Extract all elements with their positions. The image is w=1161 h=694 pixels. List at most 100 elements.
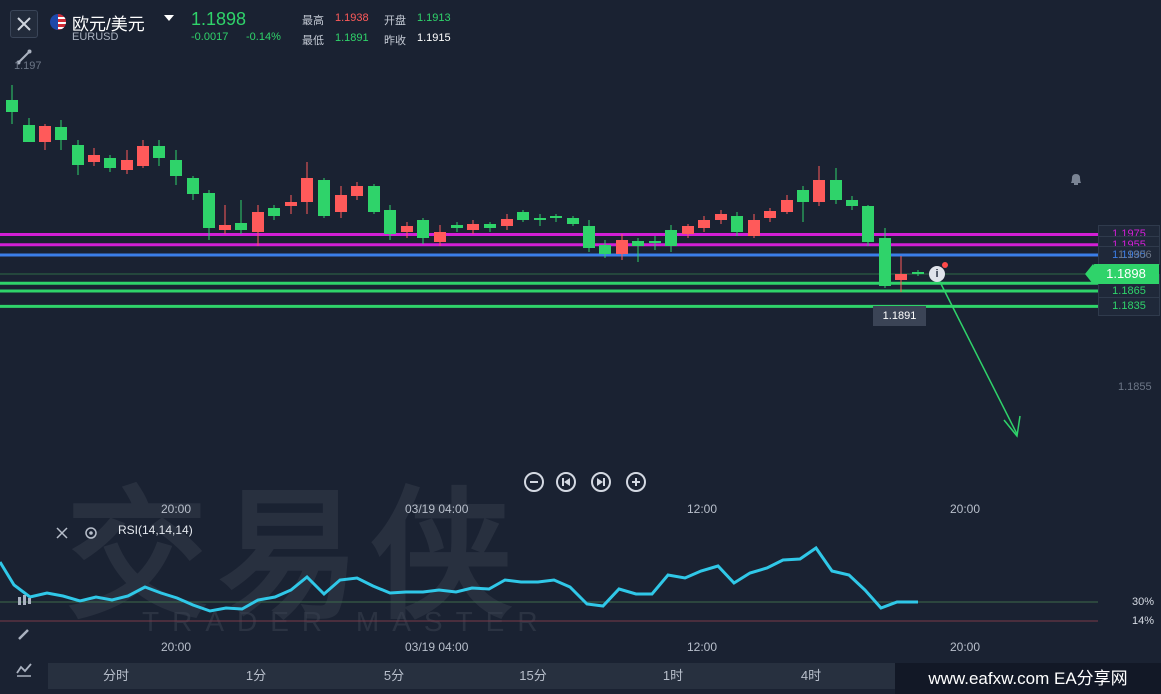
candle-body [517, 212, 529, 220]
zoom-out-button[interactable] [524, 472, 544, 492]
candle-body [39, 126, 51, 142]
candle-body [187, 178, 199, 194]
candle-body [501, 219, 513, 226]
candle-body [6, 100, 18, 112]
candle-body [484, 224, 496, 228]
candle-body [72, 145, 84, 165]
candle-body [715, 214, 727, 220]
step-forward-icon [597, 478, 605, 486]
candle-body [301, 178, 313, 202]
candle-body [830, 180, 842, 200]
bell-icon [1071, 174, 1081, 185]
candle-body [235, 223, 247, 230]
pen-tool-button[interactable] [12, 622, 36, 646]
candle-body [318, 180, 330, 216]
symbol-code: EURUSD [72, 31, 119, 43]
candle-body [813, 180, 825, 202]
candle-body [203, 193, 215, 228]
rsi-label: RSI(14,14,14) [118, 523, 193, 537]
time-axis-label: 03/19 04:00 [405, 502, 469, 516]
candle-body [797, 190, 809, 202]
candle-body [219, 225, 231, 230]
close-icon [56, 527, 68, 539]
price-change: -0.0017 [191, 31, 229, 43]
candle-body [153, 146, 165, 158]
candle-body [137, 146, 149, 166]
zoom-in-icon [632, 478, 640, 486]
candle-body [698, 220, 710, 228]
tab-timeframe[interactable]: 分时 [88, 663, 144, 689]
candle-body [567, 218, 579, 224]
candle-body [748, 220, 760, 236]
forecast-arrow [937, 277, 1018, 435]
low-price-tooltip: 1.1891 [873, 306, 926, 326]
candle-body [268, 208, 280, 216]
close-icon [17, 17, 31, 31]
candle-body [665, 230, 677, 246]
tab-timeframe[interactable]: 1时 [645, 663, 701, 689]
candle-body [846, 200, 858, 206]
candle-body [335, 195, 347, 212]
close-indicator-button[interactable] [50, 521, 74, 545]
info-icon[interactable]: i [929, 266, 945, 282]
price-axis-label: 1.1855 [1118, 381, 1152, 393]
candle-body [384, 210, 396, 234]
candle-body [434, 232, 446, 242]
candle-body [104, 158, 116, 168]
rsi-level-label: 30% [1132, 596, 1155, 608]
candle-body [583, 226, 595, 248]
candle-body [731, 216, 743, 232]
step-back-button[interactable] [556, 472, 576, 492]
price-change-pct: -0.14% [246, 31, 281, 43]
current-price: 1.1898 [191, 9, 247, 29]
price-level-tag: 1.1835 [1098, 297, 1160, 317]
candle-body [632, 241, 644, 246]
tab-timeframe[interactable]: 5分 [366, 663, 422, 689]
zoom-out-icon [530, 481, 538, 483]
candle-body [879, 238, 891, 286]
low-value: 1.1891 [335, 32, 369, 44]
prev-close-value: 1.1915 [417, 32, 451, 44]
candle-body [401, 226, 413, 232]
time-axis-label: 03/19 04:00 [405, 640, 469, 654]
prev-close-label: 昨收 [384, 35, 406, 47]
candle-body [351, 186, 363, 196]
price-axis-label: 1.1906 [1118, 249, 1152, 261]
low-label: 最低 [302, 35, 324, 47]
time-axis-label: 20:00 [161, 640, 192, 654]
tab-timeframe[interactable]: 15分 [505, 663, 561, 689]
pencil-icon [18, 629, 29, 640]
price-axis-top: 1.197 [14, 60, 42, 72]
chart-tool-button[interactable] [12, 657, 36, 681]
candle-body [451, 225, 463, 228]
candle-body [550, 216, 562, 218]
current-price-tag: 1.1898 [1085, 264, 1159, 284]
candle-body [616, 240, 628, 254]
candle-body [912, 272, 924, 274]
candle-body [252, 212, 264, 232]
time-axis-label: 20:00 [950, 640, 981, 654]
close-button[interactable] [10, 10, 38, 38]
notification-dot [942, 262, 948, 268]
tab-timeframe[interactable]: 4时 [783, 663, 839, 689]
candle-body [599, 245, 611, 254]
indicator-settings-button[interactable] [79, 521, 103, 545]
high-label: 最高 [302, 15, 324, 27]
candle-body [682, 226, 694, 234]
alert-button[interactable] [1064, 167, 1088, 191]
candle-body [121, 160, 133, 170]
zoom-in-button[interactable] [626, 472, 646, 492]
site-banner[interactable]: www.eafxw.com EA分享网 [895, 663, 1161, 694]
candle-body [368, 186, 380, 212]
candle-body [23, 125, 35, 142]
price-chart[interactable] [0, 0, 1161, 694]
candle-body [417, 220, 429, 238]
tab-timeframe[interactable]: 1分 [228, 663, 284, 689]
chevron-down-icon[interactable] [164, 15, 174, 21]
forecast-arrowhead [1003, 415, 1021, 438]
candle-body [285, 202, 297, 206]
eu-us-flag-icon [50, 14, 66, 30]
indicator-tool-button[interactable] [12, 589, 36, 613]
candle-body [170, 160, 182, 176]
step-forward-button[interactable] [591, 472, 611, 492]
